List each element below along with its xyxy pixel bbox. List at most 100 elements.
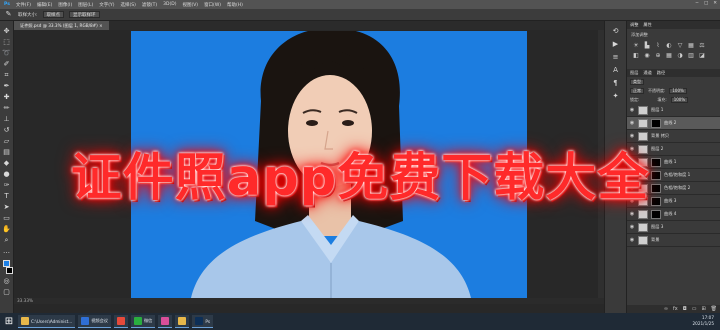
exposure-icon[interactable]: ◐ — [665, 42, 673, 49]
photo-filter-icon[interactable]: ◉ — [643, 52, 651, 59]
menu-image[interactable]: 图像(I) — [58, 2, 72, 8]
color-lookup-icon[interactable]: ▦ — [665, 52, 673, 59]
more-tools-icon[interactable]: … — [2, 247, 11, 255]
layer-row[interactable]: ◉ 图层 3 — [627, 221, 720, 234]
taskbar-item[interactable] — [175, 315, 190, 328]
levels-icon[interactable]: ▙ — [643, 42, 651, 49]
layer-thumbnail — [638, 105, 648, 115]
background-color-swatch[interactable] — [5, 267, 13, 274]
new-group-icon[interactable]: ▭ — [692, 306, 697, 312]
curves-icon[interactable]: ⌇ — [654, 42, 662, 49]
history-icon[interactable]: ⟲ — [611, 27, 621, 35]
move-tool-icon[interactable]: ✥ — [2, 27, 11, 35]
layer-mask-thumbnail[interactable] — [651, 209, 661, 219]
vibrance-icon[interactable]: ▽ — [676, 42, 684, 49]
visibility-eye-icon[interactable]: ◉ — [629, 237, 635, 243]
character-icon[interactable]: A — [611, 66, 621, 74]
taskbar-item[interactable] — [113, 315, 128, 328]
quick-mask-icon[interactable]: ◎ — [2, 277, 11, 285]
eyedropper-icon[interactable]: ✎ — [4, 11, 13, 19]
menu-window[interactable]: 窗口(W) — [204, 2, 221, 8]
crop-tool-icon[interactable]: ⌗ — [2, 71, 11, 79]
layer-name: 曲线 2 — [664, 120, 677, 125]
sample-size-select[interactable]: 取样点 — [42, 11, 65, 18]
visibility-eye-icon[interactable]: ◉ — [629, 107, 635, 113]
hue-saturation-icon[interactable]: ▦ — [687, 42, 695, 49]
color-balance-icon[interactable]: ⚖ — [698, 42, 706, 49]
marquee-tool-icon[interactable]: ⬚ — [2, 38, 11, 46]
posterize-icon[interactable]: ▥ — [687, 52, 695, 59]
tab-properties[interactable]: 属性 — [643, 22, 651, 28]
zoom-level[interactable]: 33.33% — [17, 298, 33, 303]
layer-mask-thumbnail[interactable] — [651, 118, 661, 128]
eyedropper-tool-icon[interactable]: ✒ — [2, 82, 11, 90]
maximize-button[interactable]: □ — [704, 1, 708, 6]
lasso-tool-icon[interactable]: ➰ — [2, 49, 11, 57]
show-ring-checkbox[interactable]: 显示取样环 — [69, 11, 100, 18]
channel-mixer-icon[interactable]: ⊕ — [654, 52, 662, 59]
link-layers-icon[interactable]: ∞ — [664, 306, 668, 312]
ps-logo[interactable]: Ps — [4, 2, 10, 7]
actions-icon[interactable]: ▶ — [611, 40, 621, 48]
screen-mode-icon[interactable]: ▢ — [2, 288, 11, 296]
taskbar-item[interactable]: C:\Users\Administ... — [18, 315, 76, 328]
threshold-icon[interactable]: ◪ — [698, 52, 706, 59]
brush-settings-icon[interactable]: ✦ — [611, 92, 621, 100]
new-layer-icon[interactable]: ⊞ — [701, 306, 705, 312]
fx-icon[interactable]: fx — [673, 306, 678, 312]
add-mask-icon[interactable]: ◘ — [683, 306, 687, 312]
fill-field[interactable]: 100% — [670, 96, 689, 103]
layer-row[interactable]: ◉ 图层 1 — [627, 104, 720, 117]
paragraph-icon[interactable]: ¶ — [611, 79, 621, 87]
trash-icon[interactable]: 🗑 — [711, 306, 717, 312]
menu-edit[interactable]: 编辑(E) — [37, 2, 52, 8]
visibility-eye-icon[interactable]: ◉ — [629, 224, 635, 230]
close-button[interactable]: ✕ — [713, 1, 717, 6]
taskbar-item[interactable]: 微信 — [130, 315, 156, 328]
video-icon — [81, 317, 90, 325]
menu-3d[interactable]: 3D(D) — [163, 2, 176, 7]
minimize-button[interactable]: − — [695, 1, 699, 6]
shape-tool-icon[interactable]: ▭ — [2, 214, 11, 222]
quick-select-tool-icon[interactable]: ✐ — [2, 60, 11, 68]
clock-date[interactable]: 2021/1/25 — [693, 321, 714, 327]
clone-stamp-tool-icon[interactable]: ⊥ — [2, 115, 11, 123]
taskbar-item[interactable]: 视频会议 — [78, 315, 111, 328]
menu-file[interactable]: 文件(F) — [16, 2, 31, 8]
history-brush-tool-icon[interactable]: ↺ — [2, 126, 11, 134]
menu-filter[interactable]: 滤镜(T) — [142, 2, 157, 8]
visibility-eye-icon[interactable]: ◉ — [629, 211, 635, 217]
healing-brush-tool-icon[interactable]: ✚ — [2, 93, 11, 101]
menu-help[interactable]: 帮助(H) — [227, 2, 243, 8]
document-tab[interactable]: 证件照.psd @ 33.3% (图层 1, RGB/8#) × — [14, 21, 109, 30]
brightness-icon[interactable]: ☀ — [632, 42, 640, 49]
invert-icon[interactable]: ◑ — [676, 52, 684, 59]
start-icon[interactable]: ⊞ — [3, 316, 15, 328]
layer-kind-filter[interactable]: 类型 — [630, 78, 644, 85]
taskbar-item-label: 微信 — [143, 318, 153, 323]
status-bar: 33.33% — [14, 298, 604, 304]
foreground-color-swatch[interactable] — [3, 260, 10, 267]
system-tray: 17:07 2021/1/25 — [693, 315, 714, 327]
zoom-tool-icon[interactable]: ⌕ — [2, 236, 11, 244]
brush-tool-icon[interactable]: ✏ — [2, 104, 11, 112]
layer-filter-row: 类型 — [627, 77, 720, 86]
black-white-icon[interactable]: ◧ — [632, 52, 640, 59]
layer-row[interactable]: ◉ 曲线 2 — [627, 117, 720, 130]
menu-select[interactable]: 选择(S) — [121, 2, 136, 8]
taskbar-item[interactable] — [158, 315, 173, 328]
hand-tool-icon[interactable]: ✋ — [2, 225, 11, 233]
tab-adjustments[interactable]: 调整 — [630, 22, 638, 28]
menu-layer[interactable]: 图层(L) — [78, 2, 93, 8]
tab-paths[interactable]: 路径 — [657, 70, 665, 76]
opacity-field[interactable]: 100% — [669, 87, 687, 94]
tab-layers[interactable]: 图层 — [630, 70, 638, 76]
taskbar-item[interactable]: Ps — [192, 315, 214, 328]
blend-mode-select[interactable]: 正常 — [630, 87, 644, 94]
menu-view[interactable]: 视图(V) — [182, 2, 198, 8]
visibility-eye-icon[interactable]: ◉ — [629, 120, 635, 126]
layer-row[interactable]: ◉ 背景 — [627, 234, 720, 247]
tab-channels[interactable]: 通道 — [643, 70, 651, 76]
properties-icon[interactable]: ≡ — [611, 53, 621, 61]
menu-type[interactable]: 文字(Y) — [99, 2, 114, 8]
